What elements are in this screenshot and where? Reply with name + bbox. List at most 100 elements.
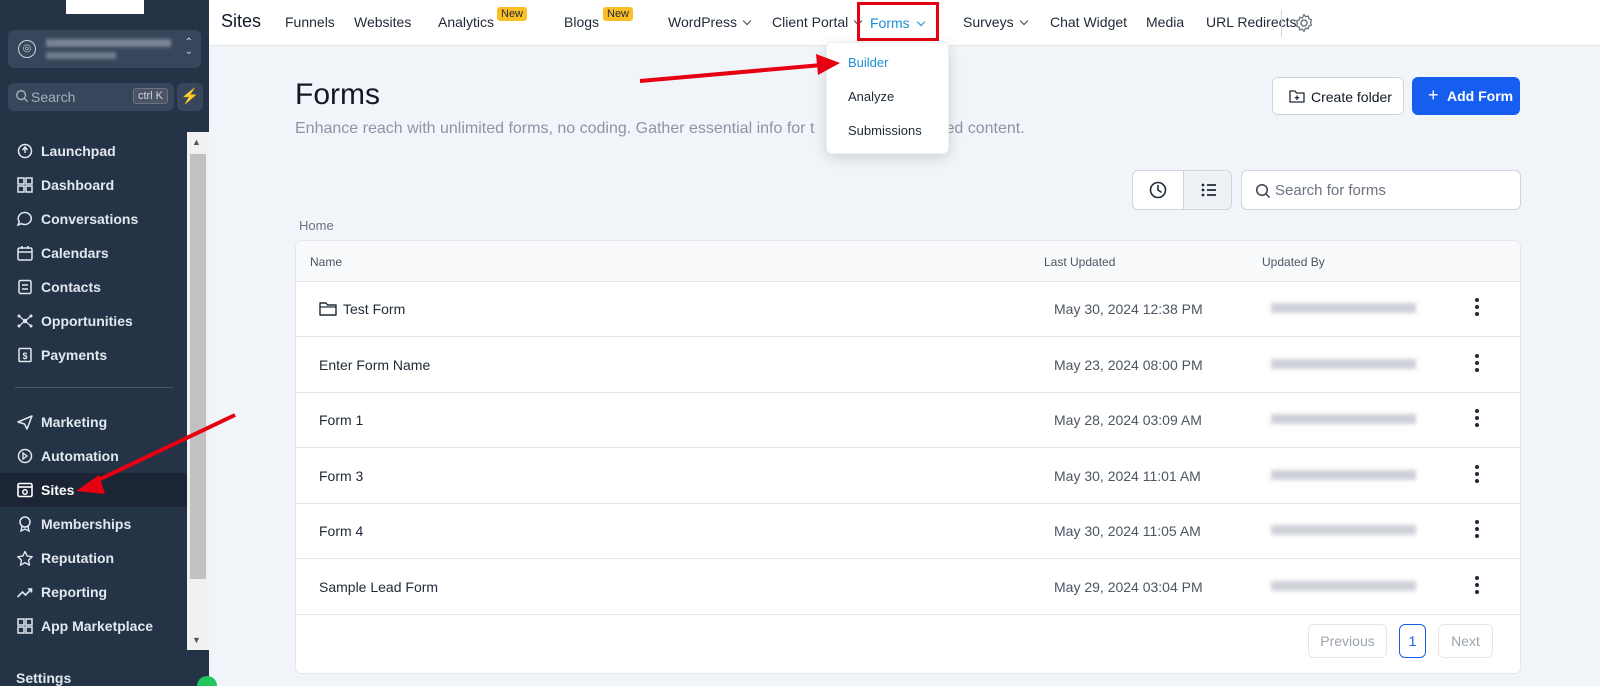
sidebar-item-label: Payments	[41, 347, 108, 363]
tab-media[interactable]: Media	[1146, 14, 1184, 30]
tab-client-portal[interactable]: Client Portal	[772, 14, 863, 30]
column-last-updated[interactable]: Last Updated	[1044, 255, 1115, 269]
sidebar-item-settings[interactable]: Settings	[16, 670, 71, 686]
tab-forms[interactable]: Forms	[857, 2, 939, 41]
sidebar-item-marketing[interactable]: Marketing	[0, 405, 187, 439]
tab-analytics[interactable]: Analytics	[438, 14, 494, 30]
add-form-button[interactable]: + Add Form	[1412, 77, 1520, 115]
form-name[interactable]: Test Form	[343, 301, 405, 317]
updated-by-redacted	[1271, 358, 1416, 369]
tab-funnels[interactable]: Funnels	[285, 14, 335, 30]
pagination-previous[interactable]: Previous	[1308, 624, 1387, 658]
menu-item-submissions[interactable]: Submissions	[848, 123, 922, 138]
more-options-icon[interactable]	[1474, 353, 1480, 374]
scroll-up-icon[interactable]: ▲	[192, 137, 201, 147]
account-switcher[interactable]: ◎ ⌃ ⌄	[8, 30, 201, 68]
sidebar-item-reputation[interactable]: Reputation	[0, 541, 187, 575]
network-icon	[17, 314, 33, 328]
sidebar-search[interactable]: Search ctrl K	[8, 83, 174, 111]
form-name[interactable]: Sample Lead Form	[319, 579, 438, 595]
form-name[interactable]: Enter Form Name	[319, 357, 430, 373]
form-name[interactable]: Form 3	[319, 468, 363, 484]
page-section-title: Sites	[221, 11, 262, 31]
form-name[interactable]: Form 1	[319, 412, 363, 428]
tab-surveys[interactable]: Surveys	[963, 14, 1028, 30]
menu-item-builder[interactable]: Builder	[848, 55, 888, 70]
table-row[interactable]: Form 3 May 30, 2024 11:01 AM	[296, 449, 1520, 504]
sidebar-item-app-marketplace[interactable]: App Marketplace	[0, 609, 187, 643]
sidebar-item-opportunities[interactable]: Opportunities	[0, 304, 187, 338]
sidebar-item-launchpad[interactable]: Launchpad	[0, 134, 187, 168]
recent-view-button[interactable]	[1133, 171, 1183, 209]
column-updated-by[interactable]: Updated By	[1262, 255, 1325, 269]
sidebar-item-payments[interactable]: $ Payments	[0, 338, 187, 372]
gear-icon[interactable]	[1294, 13, 1314, 33]
table-row[interactable]: Form 4 May 30, 2024 11:05 AM	[296, 504, 1520, 559]
forms-search-input[interactable]: Search for forms	[1241, 170, 1521, 210]
contacts-icon	[18, 279, 32, 295]
last-updated: May 28, 2024 03:09 AM	[1054, 412, 1202, 428]
chevron-updown-icon: ⌃ ⌄	[184, 37, 193, 57]
pagination-page-1[interactable]: 1	[1399, 624, 1426, 658]
sidebar-item-memberships[interactable]: Memberships	[0, 507, 187, 541]
form-name[interactable]: Form 4	[319, 523, 363, 539]
table-row[interactable]: Enter Form Name May 23, 2024 08:00 PM	[296, 338, 1520, 393]
sidebar-item-label: Calendars	[41, 245, 109, 261]
sidebar-scrollbar[interactable]: ▲ ▼	[187, 132, 209, 650]
chevron-down-icon	[1019, 16, 1028, 26]
updated-by-redacted	[1271, 525, 1416, 535]
sidebar-item-automation[interactable]: Automation	[0, 439, 187, 473]
sites-icon	[17, 482, 33, 498]
tab-wordpress[interactable]: WordPress	[668, 14, 752, 30]
quick-actions-button[interactable]: ⚡	[177, 83, 203, 111]
more-options-icon[interactable]	[1474, 464, 1480, 485]
table-row[interactable]: Sample Lead Form May 29, 2024 03:04 PM	[296, 560, 1520, 615]
table-row[interactable]: Test Form May 30, 2024 12:38 PM	[296, 282, 1520, 337]
updated-by-redacted	[1271, 414, 1416, 424]
svg-text:$: $	[22, 351, 27, 361]
sidebar-item-label: Marketing	[41, 414, 108, 430]
location-icon: ◎	[18, 40, 36, 58]
breadcrumb-home[interactable]: Home	[299, 218, 334, 233]
folder-icon	[319, 302, 337, 316]
company-logo[interactable]	[66, 0, 144, 14]
star-icon	[17, 550, 33, 566]
more-options-icon[interactable]	[1474, 298, 1480, 318]
page-title: Forms	[295, 78, 380, 111]
sidebar-item-conversations[interactable]: Conversations	[0, 202, 187, 236]
menu-item-analyze[interactable]: Analyze	[848, 89, 894, 104]
sidebar-item-label: Conversations	[41, 211, 139, 227]
list-view-button[interactable]	[1183, 171, 1231, 209]
create-folder-button[interactable]: Create folder	[1272, 77, 1404, 115]
plus-icon: +	[1428, 85, 1439, 105]
sidebar-item-contacts[interactable]: Contacts	[0, 270, 187, 304]
sidebar-item-reporting[interactable]: Reporting	[0, 575, 187, 609]
sidebar-item-dashboard[interactable]: Dashboard	[0, 168, 187, 202]
tab-websites[interactable]: Websites	[354, 14, 411, 30]
sidebar-item-calendars[interactable]: Calendars	[0, 236, 187, 270]
more-options-icon[interactable]	[1474, 520, 1480, 540]
last-updated: May 23, 2024 08:00 PM	[1054, 356, 1203, 373]
scroll-down-icon[interactable]: ▼	[192, 635, 201, 645]
forms-dropdown-menu: Builder Analyze Submissions	[826, 42, 949, 154]
column-name[interactable]: Name	[310, 255, 342, 269]
table-row[interactable]: Form 1 May 28, 2024 03:09 AM	[296, 393, 1520, 448]
more-options-icon[interactable]	[1474, 575, 1480, 596]
pagination-next[interactable]: Next	[1438, 624, 1493, 658]
search-icon	[16, 90, 29, 103]
create-folder-label: Create folder	[1311, 89, 1392, 105]
status-dot	[197, 676, 217, 686]
tab-chat-widget[interactable]: Chat Widget	[1050, 14, 1127, 30]
view-toggle	[1132, 170, 1232, 210]
more-options-icon[interactable]	[1474, 409, 1480, 429]
scrollbar-thumb[interactable]	[190, 154, 206, 579]
tab-url-redirects[interactable]: URL Redirects	[1206, 14, 1297, 30]
award-icon	[19, 516, 31, 532]
sidebar-item-label: Automation	[41, 448, 119, 464]
sidebar-divider	[15, 387, 173, 388]
sidebar-item-label: Launchpad	[41, 143, 116, 159]
rocket-icon	[17, 143, 33, 159]
sidebar-item-sites[interactable]: Sites	[0, 473, 187, 507]
updated-by-redacted	[1271, 580, 1416, 591]
tab-blogs[interactable]: Blogs	[564, 14, 599, 30]
